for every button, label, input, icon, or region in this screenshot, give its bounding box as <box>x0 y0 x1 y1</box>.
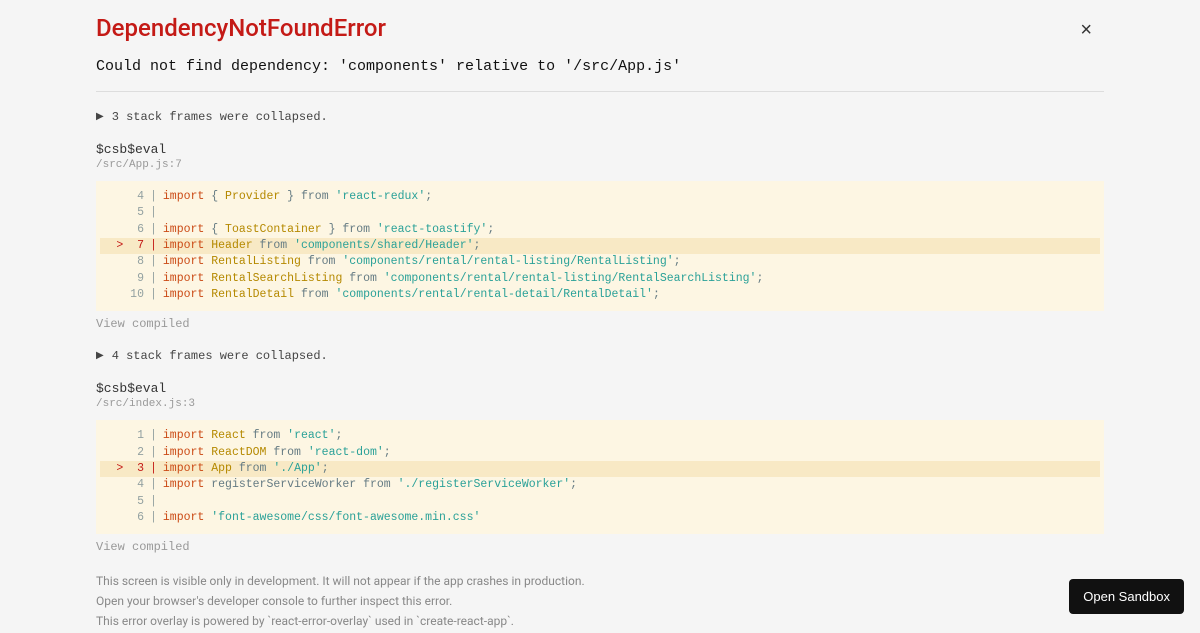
collapse-toggle-2[interactable]: ▶ 4 stack frames were collapsed. <box>96 349 1104 363</box>
error-line-2: > 3|import App from './App'; <box>100 461 1100 477</box>
footer-line-1: This screen is visible only in developme… <box>96 572 1104 590</box>
frame-name-2: $csb$eval <box>96 381 1104 396</box>
view-compiled-link-2[interactable]: View compiled <box>96 540 1104 554</box>
code-block-1: 4|import { Provider } from 'react-redux'… <box>96 181 1104 311</box>
footer-notes: This screen is visible only in developme… <box>96 572 1104 630</box>
frame-name-1: $csb$eval <box>96 142 1104 157</box>
footer-line-3: This error overlay is powered by `react-… <box>96 612 1104 630</box>
error-overlay: DependencyNotFoundError × Could not find… <box>0 0 1200 630</box>
frame-location-2: /src/index.js:3 <box>96 398 1104 410</box>
footer-line-2: Open your browser's developer console to… <box>96 592 1104 610</box>
divider <box>96 91 1104 92</box>
error-message: Could not find dependency: 'components' … <box>96 58 1104 75</box>
collapse-text-1: 3 stack frames were collapsed. <box>112 110 328 124</box>
view-compiled-link-1[interactable]: View compiled <box>96 317 1104 331</box>
collapse-text-2: 4 stack frames were collapsed. <box>112 349 328 363</box>
frame-location-1: /src/App.js:7 <box>96 159 1104 171</box>
triangle-right-icon: ▶ <box>96 350 104 362</box>
code-block-2: 1|import React from 'react'; 2|import Re… <box>96 420 1104 534</box>
collapse-toggle-1[interactable]: ▶ 3 stack frames were collapsed. <box>96 110 1104 124</box>
error-title: DependencyNotFoundError <box>96 14 1104 42</box>
open-sandbox-button[interactable]: Open Sandbox <box>1069 579 1184 614</box>
close-button[interactable]: × <box>1080 20 1092 40</box>
error-line-1: > 7|import Header from 'components/share… <box>100 238 1100 254</box>
triangle-right-icon: ▶ <box>96 111 104 123</box>
